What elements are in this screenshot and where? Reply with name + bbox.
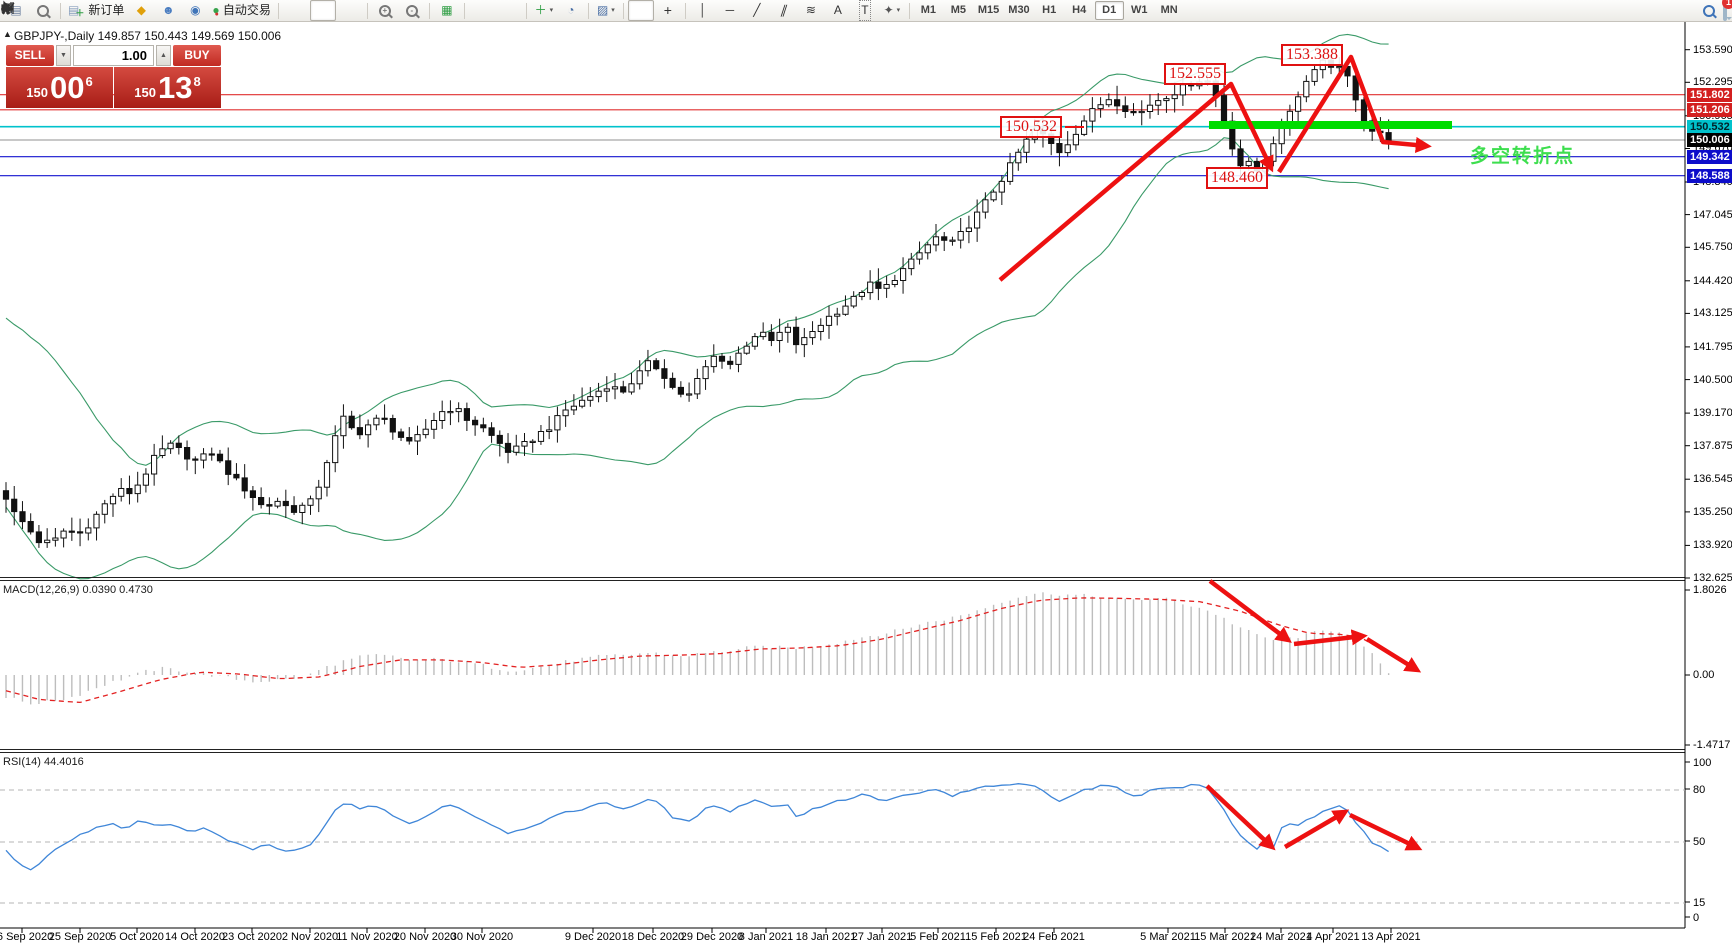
- one-click-trading-panel: SELL ▼ 1.00 ▲ BUY 150 00 6 150 13 8: [6, 45, 221, 108]
- rsi-axis-label: 50: [1693, 836, 1706, 848]
- date-axis-label: 13 Apr 2021: [1361, 931, 1421, 943]
- sell-price-point: 6: [85, 74, 93, 89]
- chart-symbol-period: GBPJPY-,Daily: [14, 29, 95, 43]
- chart-ohlc-values: 149.857 150.443 149.569 150.006: [97, 29, 282, 43]
- price-level-badge: 150.006: [1687, 132, 1732, 147]
- chart-title: GBPJPY-,Daily 149.857 150.443 149.569 15…: [14, 29, 281, 43]
- volume-input[interactable]: 1.00: [73, 45, 154, 66]
- buy-button[interactable]: BUY: [173, 45, 221, 66]
- volume-increase-button[interactable]: ▲: [156, 45, 171, 66]
- macd-params: MACD(12,26,9): [3, 584, 80, 596]
- sell-price-pips: 00: [49, 69, 85, 105]
- horizontal-level-lines[interactable]: [0, 94, 1685, 177]
- macd-axis-label: 0.00: [1693, 669, 1715, 681]
- price-axis-label: 147.045: [1693, 208, 1732, 221]
- sell-price-box[interactable]: 150 00 6: [6, 67, 113, 108]
- support-zone-bar[interactable]: [1209, 121, 1452, 129]
- rsi-line: [5, 783, 1389, 871]
- bollinger-bands: [5, 33, 1389, 580]
- price-axis-label: 143.125: [1693, 307, 1732, 320]
- price-level-badge: 151.206: [1687, 102, 1732, 117]
- rsi-params: RSI(14): [3, 756, 41, 768]
- mt4-window: ▤ ▤ ＋新订单 ◆ ☻ ◉ ● ● 自动交易 + - ▦ ＋ ▾ ◔ ▨ ▾ + │ ─ ╱ ∥ ≋ A T ✦ ▾ M1 M5 M15…: [0, 0, 1732, 946]
- price-axis-label: 141.795: [1693, 340, 1732, 353]
- price-axis-label: 136.545: [1693, 473, 1732, 486]
- candlestick-series: [2, 54, 1392, 548]
- price-tag-annotation[interactable]: 148.460: [1206, 167, 1268, 189]
- price-tag-annotation[interactable]: 152.555: [1164, 63, 1226, 85]
- rsi-indicator-label: RSI(14) 44.4016: [3, 756, 84, 768]
- price-axis-label: 152.295: [1693, 76, 1732, 89]
- price-tag-annotation[interactable]: 150.532: [1000, 116, 1062, 138]
- volume-decrease-button[interactable]: ▼: [56, 45, 71, 66]
- rsi-value: 44.4016: [43, 756, 84, 768]
- macd-histogram: [5, 592, 1390, 705]
- price-level-badge: 149.342: [1687, 149, 1732, 164]
- macd-values: 0.0390 0.4730: [82, 584, 153, 596]
- price-axis-label: 137.875: [1693, 439, 1732, 452]
- bull-bear-turning-point-note[interactable]: 多空转折点: [1470, 141, 1575, 168]
- price-level-badge: 148.588: [1687, 168, 1732, 183]
- rsi-axis-label: 0: [1693, 912, 1700, 924]
- collapse-panel-icon[interactable]: ▲: [3, 29, 12, 39]
- macd-axis-label: 1.8026: [1693, 584, 1727, 596]
- buy-price-pips: 13: [157, 69, 193, 105]
- axis-tick-marks: [21, 49, 1690, 933]
- macd-signal-line: [5, 597, 1389, 704]
- price-level-badge: 150.532: [1687, 119, 1732, 134]
- rsi-gridlines: [0, 789, 1685, 904]
- rsi-axis-label: 15: [1693, 897, 1706, 909]
- price-level-badge: 151.802: [1687, 87, 1732, 102]
- rsi-axis-label: 100: [1693, 757, 1712, 769]
- macd-indicator-label: MACD(12,26,9) 0.0390 0.4730: [3, 584, 153, 596]
- panel-frames: [0, 22, 1686, 929]
- price-axis-label: 133.920: [1693, 539, 1732, 552]
- macd-axis-label: -1.4717: [1693, 739, 1731, 751]
- price-axis-label: 144.420: [1693, 274, 1732, 287]
- price-axis-label: 153.590: [1693, 43, 1732, 56]
- price-axis-label: 135.250: [1693, 505, 1732, 518]
- buy-price-base: 150: [134, 85, 156, 100]
- price-tag-annotation[interactable]: 153.388: [1281, 44, 1343, 66]
- buy-price-point: 8: [193, 74, 201, 89]
- price-axis-label: 132.625: [1693, 572, 1732, 584]
- rsi-axis-label: 80: [1693, 784, 1706, 796]
- sell-button[interactable]: SELL: [6, 45, 54, 66]
- sell-price-base: 150: [26, 85, 48, 100]
- price-axis-label: 139.170: [1693, 407, 1732, 420]
- buy-price-box[interactable]: 150 13 8: [114, 67, 221, 108]
- price-axis-label: 140.500: [1693, 373, 1732, 386]
- date-axis-label: 24 Feb 2021: [1023, 931, 1085, 943]
- date-axis-label: 30 Nov 2020: [450, 931, 514, 943]
- price-axis-label: 145.750: [1693, 241, 1732, 254]
